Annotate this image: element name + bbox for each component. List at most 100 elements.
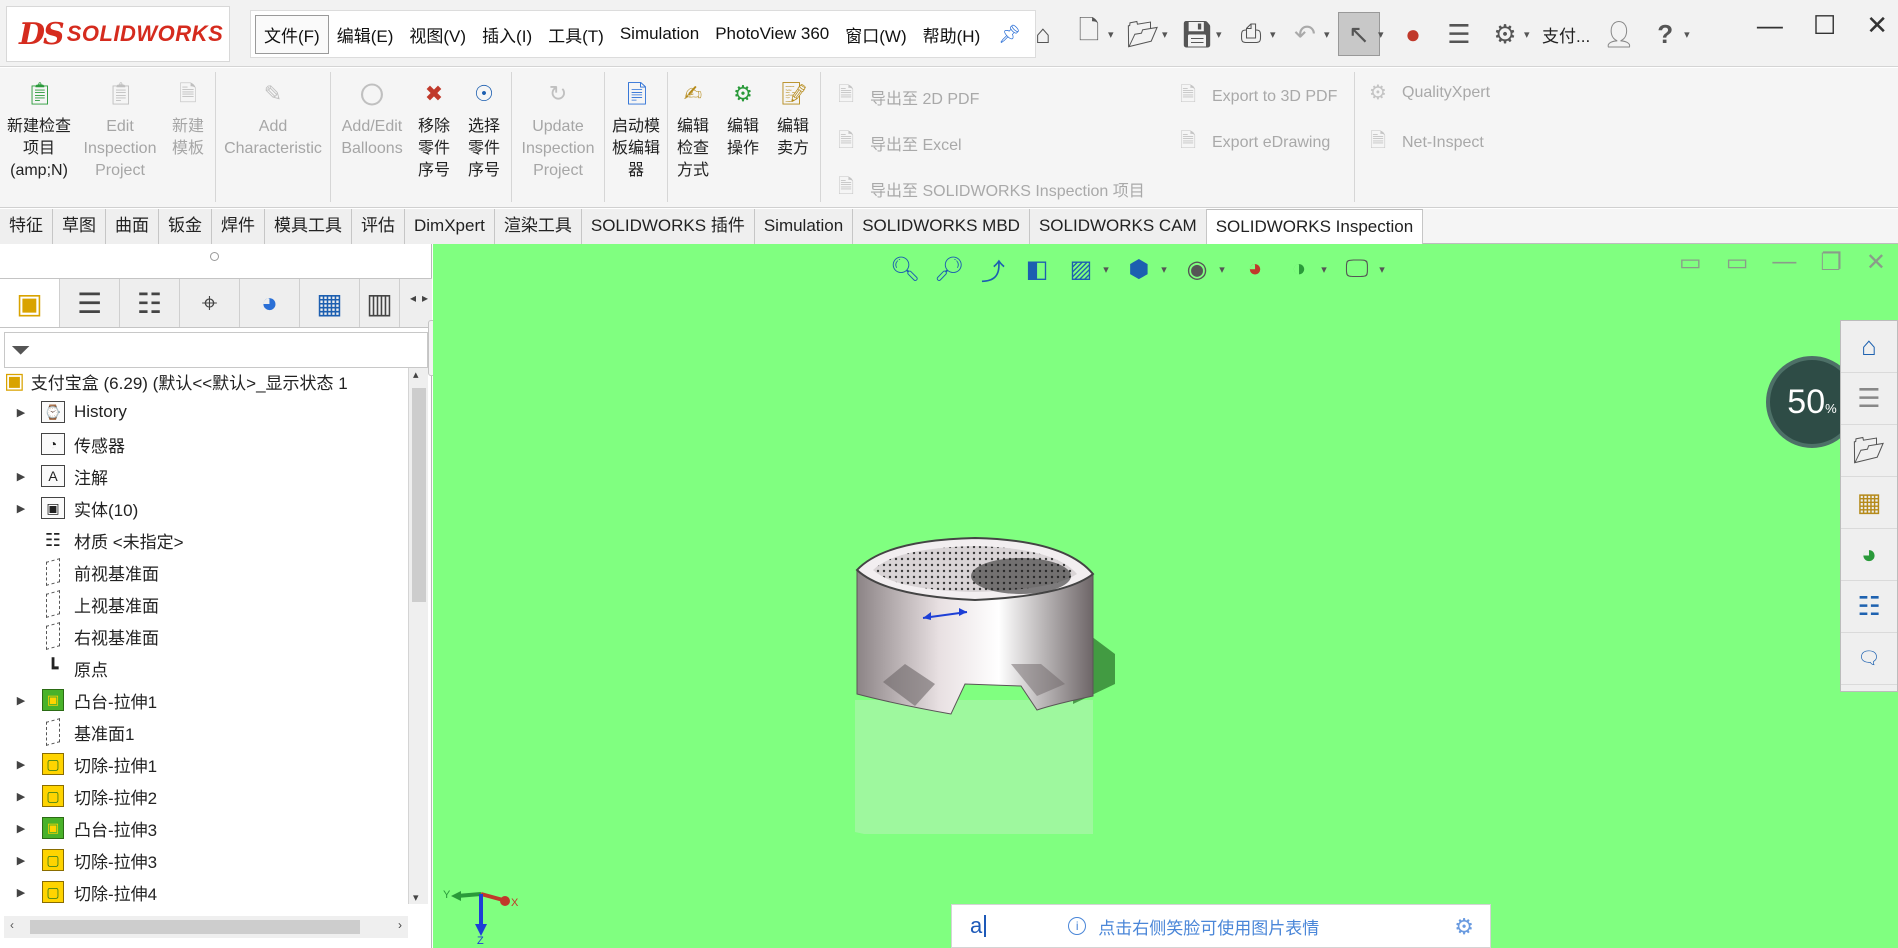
menu-photoview[interactable]: PhotoView 360 [707, 18, 837, 50]
home-icon[interactable]: ⌂ [1022, 12, 1064, 56]
update-inspection-project-button[interactable]: ↻ Update Inspection Project [514, 82, 602, 182]
tree-item[interactable]: ▶ ▢ 切除-拉伸2 [0, 780, 408, 812]
chevron-left-icon[interactable]: ‹ [10, 918, 14, 932]
tree-item[interactable]: ▶ ▣ 凸台-拉伸1 [0, 684, 408, 716]
chevron-down-icon[interactable]: ▾ [1376, 252, 1388, 286]
property-manager-tab-icon[interactable]: ☰ [60, 279, 120, 327]
tree-item[interactable]: ┗ 原点 [0, 652, 408, 684]
user-name[interactable]: 支付... [1542, 22, 1590, 47]
configuration-manager-tab-icon[interactable]: ☷ [120, 279, 180, 327]
tab-1[interactable]: 草图 [53, 209, 106, 244]
tree-root-part[interactable]: ▣ 支付宝盒 (6.29) (默认<<默认>_显示状态 1 [4, 366, 404, 396]
export-3d-pdf-button[interactable]: 🗎 Export to 3D PDF [1176, 80, 1337, 114]
tree-item[interactable]: ◔ 传感器 [0, 428, 408, 460]
chevron-down-icon[interactable]: ▾ [1378, 28, 1388, 41]
chevron-down-icon[interactable]: ▾ [1270, 28, 1280, 41]
tree-item[interactable]: ▶ ▢ 切除-拉伸3 [0, 844, 408, 876]
tab-3[interactable]: 钣金 [159, 209, 212, 244]
help-icon[interactable]: ? [1644, 12, 1686, 56]
edit-appearance-icon[interactable]: ◕ [1238, 252, 1272, 286]
quality-xpert-button[interactable]: ⚙ QualityXpert [1366, 80, 1490, 105]
chevron-down-icon[interactable]: ▾ [1524, 28, 1534, 41]
add-characteristic-button[interactable]: ✎ Add Characteristic [220, 82, 326, 160]
select-arrow-icon[interactable]: ↖ [1338, 12, 1380, 56]
menu-file[interactable]: 文件(F) [255, 14, 329, 54]
chevron-down-icon[interactable]: ▾ [1318, 252, 1330, 286]
new-document-icon[interactable]: 🗋 [1068, 12, 1110, 56]
print-icon[interactable]: ⎙ [1230, 12, 1272, 56]
tree-filter[interactable]: ⏷ [4, 332, 428, 368]
menu-window[interactable]: 窗口(W) [837, 16, 914, 53]
view-settings-icon[interactable]: 🖵︎ [1340, 252, 1374, 286]
file-explorer-icon[interactable]: 📂︎ [1841, 425, 1897, 477]
chevron-down-icon[interactable]: ▾ [1216, 252, 1228, 286]
menu-edit[interactable]: 编辑(E) [329, 16, 402, 53]
expand-arrow-icon[interactable]: ▶ [12, 822, 30, 835]
export-2d-pdf-button[interactable]: 🗎 导出至 2D PDF [834, 80, 979, 114]
viewport-maximize-icon[interactable]: ❐ [1820, 248, 1842, 277]
options-gear-icon[interactable]: ⚙ [1484, 12, 1526, 56]
expand-arrow-icon[interactable]: ▶ [12, 406, 30, 419]
chevron-left-icon[interactable]: ◂ [410, 291, 416, 305]
chevron-down-icon[interactable]: ▾ [1100, 252, 1112, 286]
solidworks-resources-icon[interactable]: ⌂ [1841, 321, 1897, 373]
feature-manager-tab-icon[interactable]: ▣ [0, 279, 60, 327]
design-library-icon[interactable]: ☰ [1841, 373, 1897, 425]
tab-11[interactable]: SOLIDWORKS MBD [853, 209, 1030, 244]
viewport-restore-left-icon[interactable]: ▭ [1679, 248, 1702, 277]
edit-vendor-button[interactable]: 📝︎ 编辑卖方 [772, 82, 814, 160]
part-model[interactable] [815, 514, 1135, 834]
tab-13[interactable]: SOLIDWORKS Inspection [1206, 209, 1424, 244]
cam-operation-tab-icon[interactable]: ▥ [360, 279, 400, 327]
save-icon[interactable]: 💾︎ [1176, 12, 1218, 56]
expand-arrow-icon[interactable]: ▶ [12, 502, 30, 515]
forum-icon[interactable]: 🗨︎ [1841, 633, 1897, 685]
tree-item[interactable]: ▶ A 注解 [0, 460, 408, 492]
view-orientation-icon[interactable]: ▨ [1064, 252, 1098, 286]
chevron-down-icon[interactable]: ▾ [1324, 28, 1334, 41]
dimxpert-manager-tab-icon[interactable]: ⌖ [180, 279, 240, 327]
menu-help[interactable]: 帮助(H) [915, 16, 989, 53]
viewport-minimize-icon[interactable]: — [1772, 248, 1796, 277]
menu-simulation[interactable]: Simulation [612, 18, 707, 50]
zoom-to-area-icon[interactable]: 🔎︎ [932, 252, 966, 286]
add-edit-balloons-button[interactable]: ⭕︎ Add/Edit Balloons [334, 82, 410, 160]
new-inspection-project-button[interactable]: 📋︎ 新建检查项目(amp;N) [6, 82, 72, 182]
chevron-down-icon[interactable]: ▾ [413, 891, 419, 904]
expand-arrow-icon[interactable]: ▶ [12, 790, 30, 803]
tree-item[interactable]: 上视基准面 [0, 588, 408, 620]
solidworks-logo[interactable]: DS SOLIDWORKS [6, 6, 230, 62]
display-style-icon[interactable]: ⬢ [1122, 252, 1156, 286]
section-view-icon[interactable]: ◧ [1020, 252, 1054, 286]
undo-icon[interactable]: ↶ [1284, 12, 1326, 56]
new-template-button[interactable]: 🗎 新建模板 [168, 82, 208, 160]
tree-item[interactable]: ▶ ⌚ History [0, 396, 408, 428]
chevron-right-icon[interactable]: › [398, 918, 402, 932]
apply-scene-icon[interactable]: ◑ [1282, 252, 1316, 286]
open-icon[interactable]: 📂︎ [1122, 12, 1164, 56]
edit-inspection-project-button[interactable]: 📋︎ Edit Inspection Project [78, 82, 162, 182]
chevron-up-icon[interactable]: ▴ [413, 368, 419, 381]
scrollbar-thumb[interactable] [412, 388, 426, 602]
custom-properties-icon[interactable]: ☷ [1841, 581, 1897, 633]
ime-candidate-bar[interactable]: a i 点击右侧笑脸可使用图片表情 ⚙ [951, 904, 1491, 948]
minimize-icon[interactable]: — [1757, 10, 1783, 41]
tree-horizontal-scrollbar[interactable]: ‹ › [4, 916, 408, 938]
tab-0[interactable]: 特征 [0, 209, 53, 244]
tree-item[interactable]: ▶ ▣ 实体(10) [0, 492, 408, 524]
scrollbar-thumb[interactable] [30, 920, 360, 934]
display-manager-tab-icon[interactable]: ◕ [240, 279, 300, 327]
tab-6[interactable]: 评估 [352, 209, 405, 244]
edit-inspection-method-button[interactable]: ✍ 编辑检查方式 [672, 82, 714, 182]
tree-item[interactable]: ▶ ▢ 切除-拉伸1 [0, 748, 408, 780]
menu-tools[interactable]: 工具(T) [540, 16, 612, 53]
maximize-icon[interactable]: ☐ [1813, 10, 1836, 41]
tree-item[interactable]: 前视基准面 [0, 556, 408, 588]
previous-view-icon[interactable]: ⤴ [976, 252, 1010, 286]
pane-splitter-handle[interactable] [210, 252, 219, 261]
tree-item[interactable]: 右视基准面 [0, 620, 408, 652]
close-icon[interactable]: ✕ [1866, 10, 1888, 41]
tab-8[interactable]: 渲染工具 [494, 209, 582, 244]
select-balloon-button[interactable]: ☉ 选择零件序号 [464, 82, 504, 182]
view-palette-icon[interactable]: ▦ [1841, 477, 1897, 529]
